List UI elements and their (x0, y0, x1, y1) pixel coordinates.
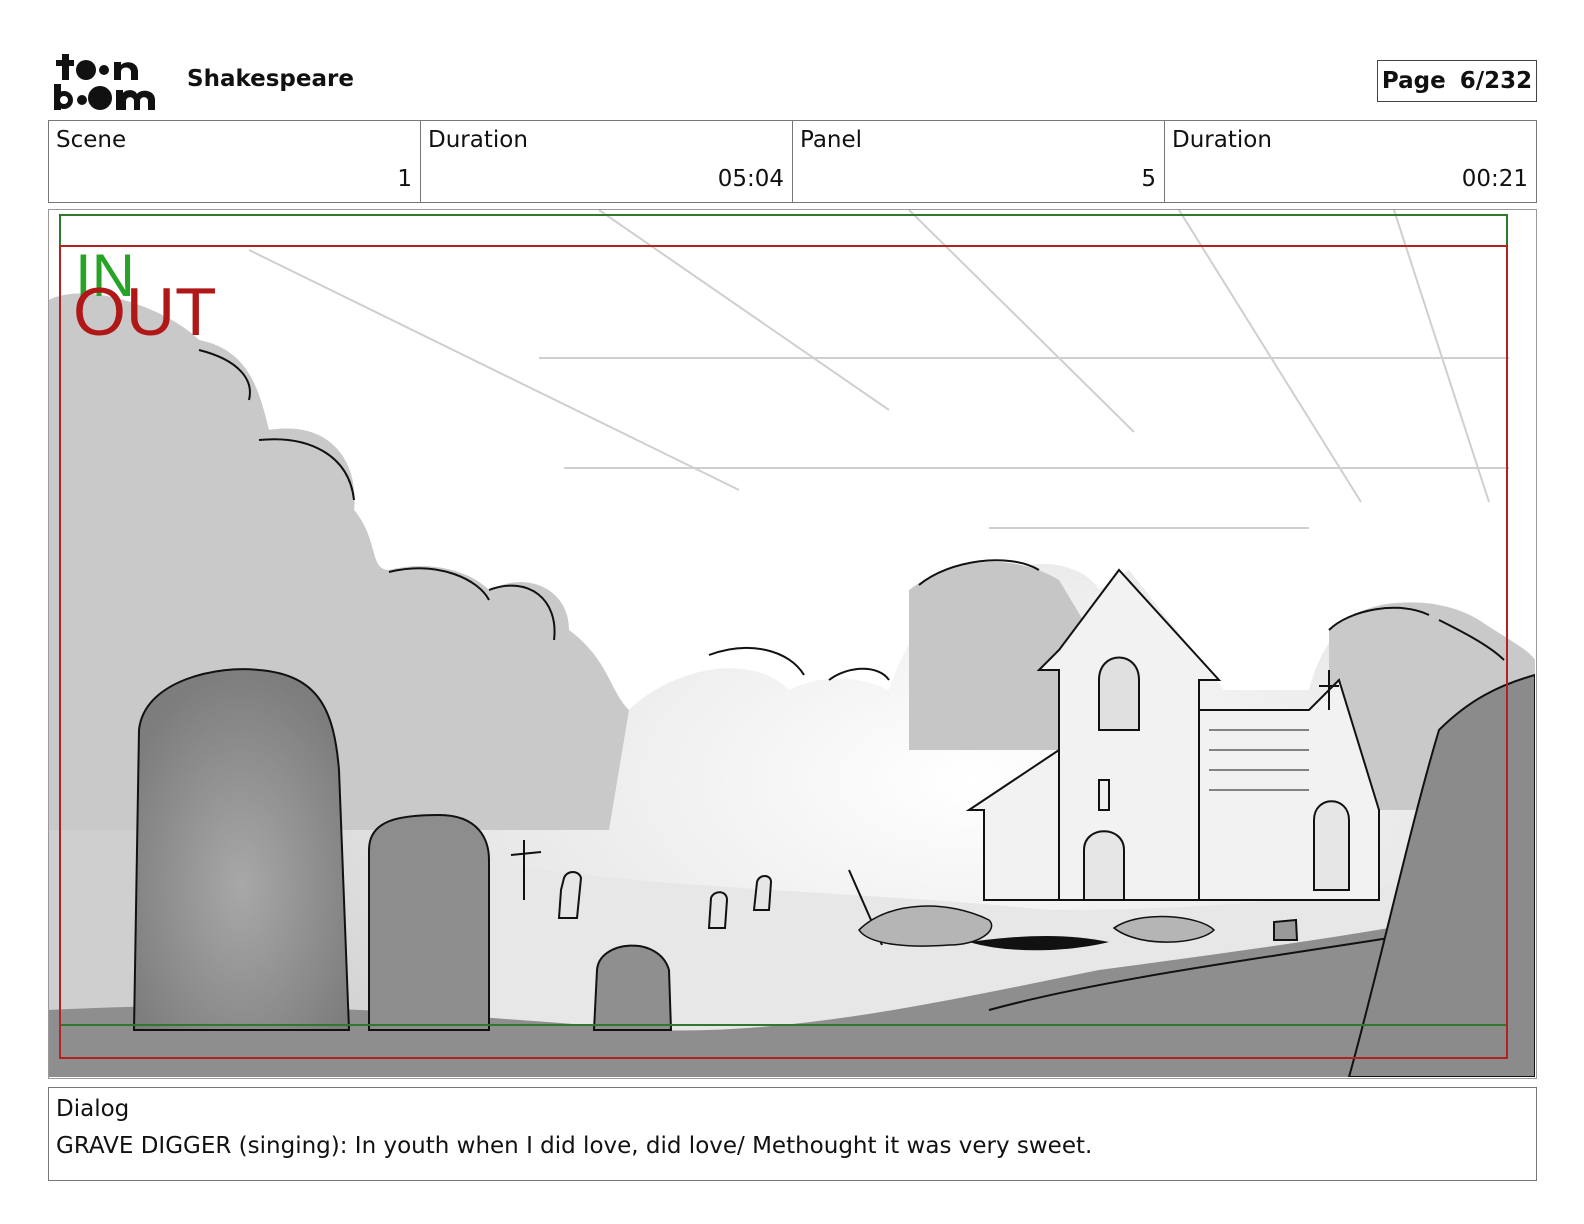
scene-cell: Scene 1 (49, 121, 421, 202)
panel-label: Panel (800, 127, 863, 153)
storyboard-panel: IN OUT (48, 209, 1537, 1079)
panel-cell: Panel 5 (793, 121, 1165, 202)
scene-value: 1 (397, 166, 412, 192)
page-number: 6/232 (1459, 68, 1533, 94)
panel-drawing: IN OUT (49, 210, 1535, 1077)
scene-label: Scene (56, 127, 127, 153)
panel-duration-value: 00:21 (1461, 166, 1528, 192)
toon-boom-logo (54, 54, 155, 110)
scene-duration-value: 05:04 (717, 166, 784, 192)
dialog-label: Dialog (56, 1096, 130, 1122)
scene-info-table: Scene 1 Duration 05:04 Panel 5 Duration … (48, 120, 1537, 203)
scene-duration-cell: Duration 05:04 (421, 121, 793, 202)
panel-value: 5 (1141, 166, 1156, 192)
scene-duration-label: Duration (428, 127, 528, 153)
project-title: Shakespeare (187, 66, 354, 92)
panel-duration-cell: Duration 00:21 (1165, 121, 1536, 202)
out-marker: OUT (73, 274, 217, 350)
dialog-text: GRAVE DIGGER (singing): In youth when I … (56, 1133, 1093, 1159)
panel-duration-label: Duration (1172, 127, 1272, 153)
page-indicator: Page 6/232 (1377, 60, 1537, 102)
page-label: Page (1381, 68, 1446, 94)
dialog-box: Dialog GRAVE DIGGER (singing): In youth … (48, 1087, 1537, 1181)
